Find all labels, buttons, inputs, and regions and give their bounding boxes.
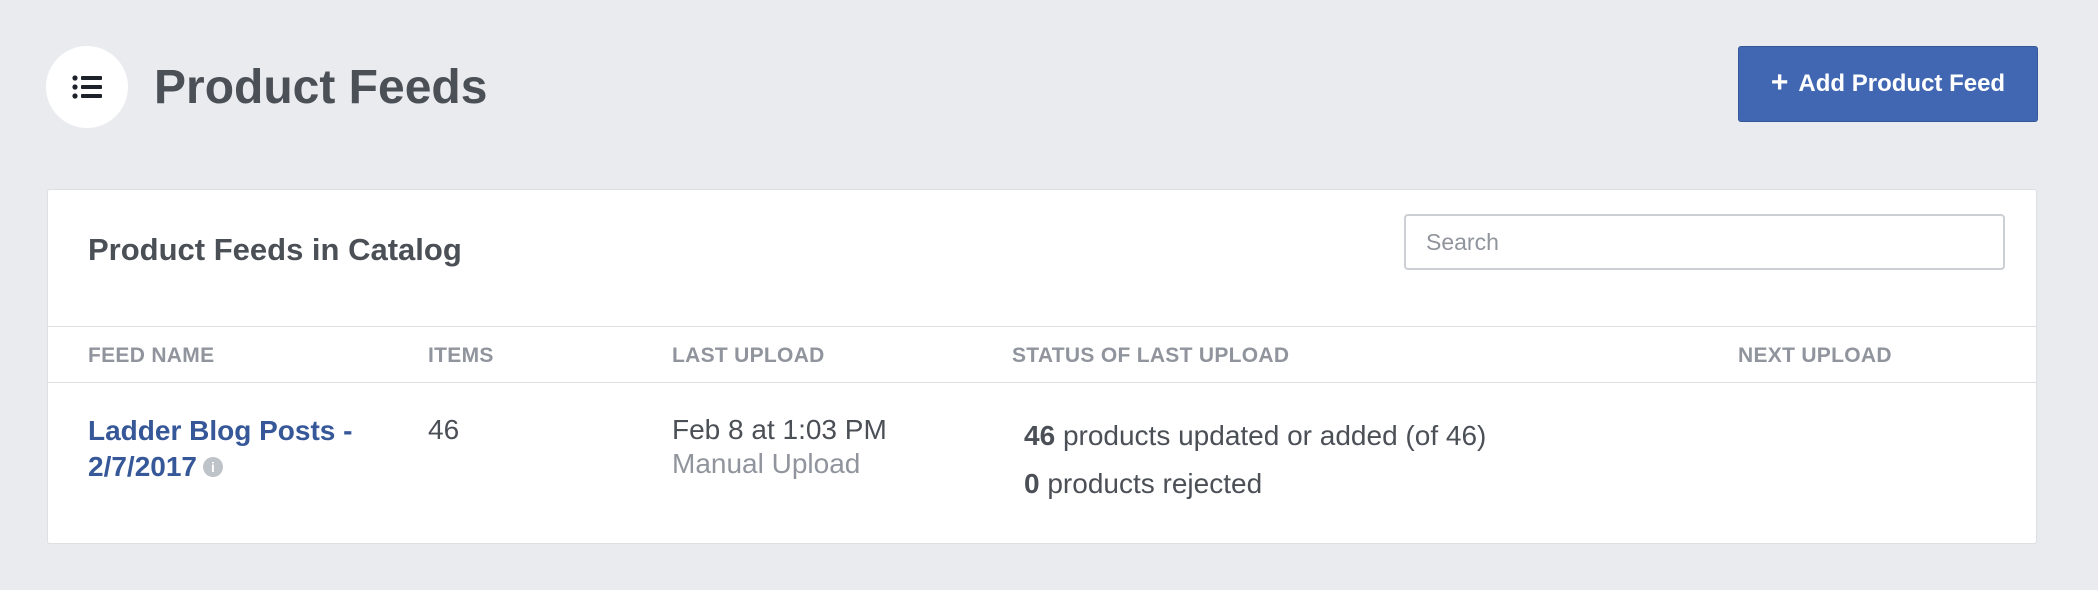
status-updated-text: products updated or added (of 46): [1062, 420, 1487, 451]
status-rejected-text: products rejected: [1047, 468, 1263, 499]
plus-icon: +: [1770, 66, 1789, 99]
info-icon[interactable]: i: [203, 456, 223, 477]
last-upload-date: Feb 8 at 1:03 PM: [672, 414, 887, 445]
feed-name-link[interactable]: Ladder Blog Posts - 2/7/2017 i: [88, 413, 408, 485]
card-title: Product Feeds in Catalog: [88, 232, 462, 267]
column-header-items[interactable]: ITEMS: [428, 344, 494, 368]
status-rejected-count: 0: [1024, 468, 1040, 499]
column-header-status[interactable]: STATUS OF LAST UPLOAD: [1012, 344, 1289, 368]
list-icon-badge: [46, 46, 128, 128]
status-rejected: 0 products rejected: [1024, 467, 1262, 501]
product-feeds-card: Product Feeds in Catalog FEED NAME ITEMS…: [47, 189, 2037, 544]
column-header-last-upload[interactable]: LAST UPLOAD: [672, 344, 825, 368]
list-icon: [72, 75, 102, 99]
column-header-feed-name[interactable]: FEED NAME: [88, 344, 214, 368]
add-product-feed-button[interactable]: + Add Product Feed: [1738, 46, 2038, 122]
status-updated: 46 products updated or added (of 46): [1024, 419, 1486, 453]
last-upload-method: Manual Upload: [672, 448, 861, 479]
column-header-next-upload[interactable]: NEXT UPLOAD: [1738, 344, 1892, 368]
search-input[interactable]: [1404, 214, 2005, 270]
items-count: 46: [428, 414, 460, 445]
table-header: FEED NAME ITEMS LAST UPLOAD STATUS OF LA…: [48, 326, 2036, 383]
page-title: Product Feeds: [154, 61, 488, 114]
status-updated-count: 46: [1024, 420, 1056, 451]
add-product-feed-label: Add Product Feed: [1798, 70, 2006, 97]
